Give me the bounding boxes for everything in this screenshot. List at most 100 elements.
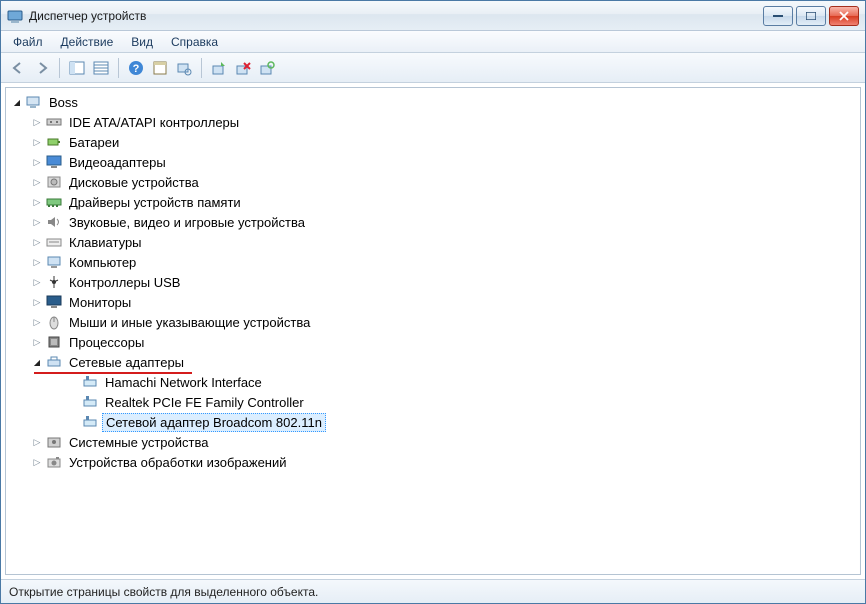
expand-icon[interactable] [30, 157, 44, 168]
maximize-button[interactable] [796, 6, 826, 26]
tree-category[interactable]: Сетевые адаптеры [8, 352, 858, 372]
tree-category[interactable]: Батареи [8, 132, 858, 152]
network-icon [46, 354, 62, 370]
expand-icon[interactable] [30, 317, 44, 328]
tree-category[interactable]: Мониторы [8, 292, 858, 312]
tree-category[interactable]: IDE ATA/ATAPI контроллеры [8, 112, 858, 132]
window-buttons [763, 6, 859, 26]
tree-category[interactable]: Системные устройства [8, 432, 858, 452]
tree-category[interactable]: Компьютер [8, 252, 858, 272]
expand-icon[interactable] [30, 297, 44, 308]
tree-category[interactable]: Процессоры [8, 332, 858, 352]
tree-node-label: Устройства обработки изображений [66, 454, 290, 471]
tree-node-label: Батареи [66, 134, 122, 151]
back-button[interactable] [7, 57, 29, 79]
tree-node-label: Компьютер [66, 254, 139, 271]
status-bar: Открытие страницы свойств для выделенног… [1, 579, 865, 603]
expand-icon[interactable] [10, 98, 24, 107]
device-manager-window: Диспетчер устройств Файл Действие Вид Сп… [0, 0, 866, 604]
device-tree-panel[interactable]: Boss IDE ATA/ATAPI контроллеры Батареи Виде… [5, 87, 861, 575]
tree-node-label: Драйверы устройств памяти [66, 194, 244, 211]
tree-node-label: IDE ATA/ATAPI контроллеры [66, 114, 242, 131]
menu-view[interactable]: Вид [123, 33, 161, 51]
menu-help[interactable]: Справка [163, 33, 226, 51]
minimize-button[interactable] [763, 6, 793, 26]
tree-device[interactable]: Сетевой адаптер Broadcom 802.11n [8, 412, 858, 432]
toolbar: ? [1, 53, 865, 83]
find-icon[interactable] [173, 57, 195, 79]
monitor-icon [46, 294, 62, 310]
menubar: Файл Действие Вид Справка [1, 31, 865, 53]
nic-icon [82, 394, 98, 410]
disk-icon [46, 174, 62, 190]
computer-root-icon [26, 94, 42, 110]
expand-icon[interactable] [30, 177, 44, 188]
expand-icon[interactable] [30, 457, 44, 468]
tree-category[interactable]: Дисковые устройства [8, 172, 858, 192]
properties-button[interactable] [90, 57, 112, 79]
window-title: Диспетчер устройств [29, 9, 763, 23]
tree-category[interactable]: Звуковые, видео и игровые устройства [8, 212, 858, 232]
toolbar-separator [201, 58, 202, 78]
uninstall-button[interactable] [232, 57, 254, 79]
cpu-icon [46, 334, 62, 350]
expand-icon[interactable] [30, 217, 44, 228]
battery-icon [46, 134, 62, 150]
titlebar[interactable]: Диспетчер устройств [1, 1, 865, 31]
tree-category[interactable]: Видеоадаптеры [8, 152, 858, 172]
tree-node-label: Hamachi Network Interface [102, 374, 265, 391]
scan-hardware-button[interactable] [208, 57, 230, 79]
toolbar-separator [59, 58, 60, 78]
tree-device[interactable]: Hamachi Network Interface [8, 372, 858, 392]
forward-button[interactable] [31, 57, 53, 79]
tree-node-label: Системные устройства [66, 434, 211, 451]
tree-node-label: Видеоадаптеры [66, 154, 169, 171]
tree-node-label: Сетевые адаптеры [66, 354, 187, 371]
expand-icon[interactable] [30, 437, 44, 448]
expand-icon[interactable] [30, 237, 44, 248]
computer-icon [46, 254, 62, 270]
expand-icon[interactable] [30, 257, 44, 268]
expand-icon[interactable] [30, 277, 44, 288]
help-button[interactable]: ? [125, 57, 147, 79]
expand-icon[interactable] [30, 358, 44, 367]
system-icon [46, 434, 62, 450]
tree-category[interactable]: Драйверы устройств памяти [8, 192, 858, 212]
tree-category[interactable]: Устройства обработки изображений [8, 452, 858, 472]
keyboard-icon [46, 234, 62, 250]
update-driver-icon[interactable] [256, 57, 278, 79]
tree-root[interactable]: Boss [8, 92, 858, 112]
mouse-icon [46, 314, 62, 330]
tree-node-label: Процессоры [66, 334, 147, 351]
tree-node-label: Сетевой адаптер Broadcom 802.11n [102, 413, 326, 432]
display-icon [46, 154, 62, 170]
properties-sheet-icon[interactable] [149, 57, 171, 79]
expand-icon[interactable] [30, 117, 44, 128]
tree-node-label: Контроллеры USB [66, 274, 183, 291]
tree-device[interactable]: Realtek PCIe FE Family Controller [8, 392, 858, 412]
show-hide-tree-button[interactable] [66, 57, 88, 79]
expand-icon[interactable] [30, 137, 44, 148]
tree-node-label: Boss [46, 94, 81, 111]
imaging-icon [46, 454, 62, 470]
expand-icon[interactable] [30, 197, 44, 208]
tree-node-label: Мыши и иные указывающие устройства [66, 314, 313, 331]
expand-icon[interactable] [30, 337, 44, 348]
usb-icon [46, 274, 62, 290]
status-text: Открытие страницы свойств для выделенног… [9, 585, 318, 599]
toolbar-separator [118, 58, 119, 78]
app-icon [7, 8, 23, 24]
close-button[interactable] [829, 6, 859, 26]
nic-icon [82, 374, 98, 390]
tree-category[interactable]: Клавиатуры [8, 232, 858, 252]
tree-category[interactable]: Контроллеры USB [8, 272, 858, 292]
tree-node-label: Мониторы [66, 294, 134, 311]
tree-node-label: Дисковые устройства [66, 174, 202, 191]
ide-icon [46, 114, 62, 130]
svg-text:?: ? [133, 63, 140, 75]
menu-action[interactable]: Действие [53, 33, 122, 51]
menu-file[interactable]: Файл [5, 33, 51, 51]
highlight-underline [34, 372, 192, 374]
sound-icon [46, 214, 62, 230]
tree-category[interactable]: Мыши и иные указывающие устройства [8, 312, 858, 332]
